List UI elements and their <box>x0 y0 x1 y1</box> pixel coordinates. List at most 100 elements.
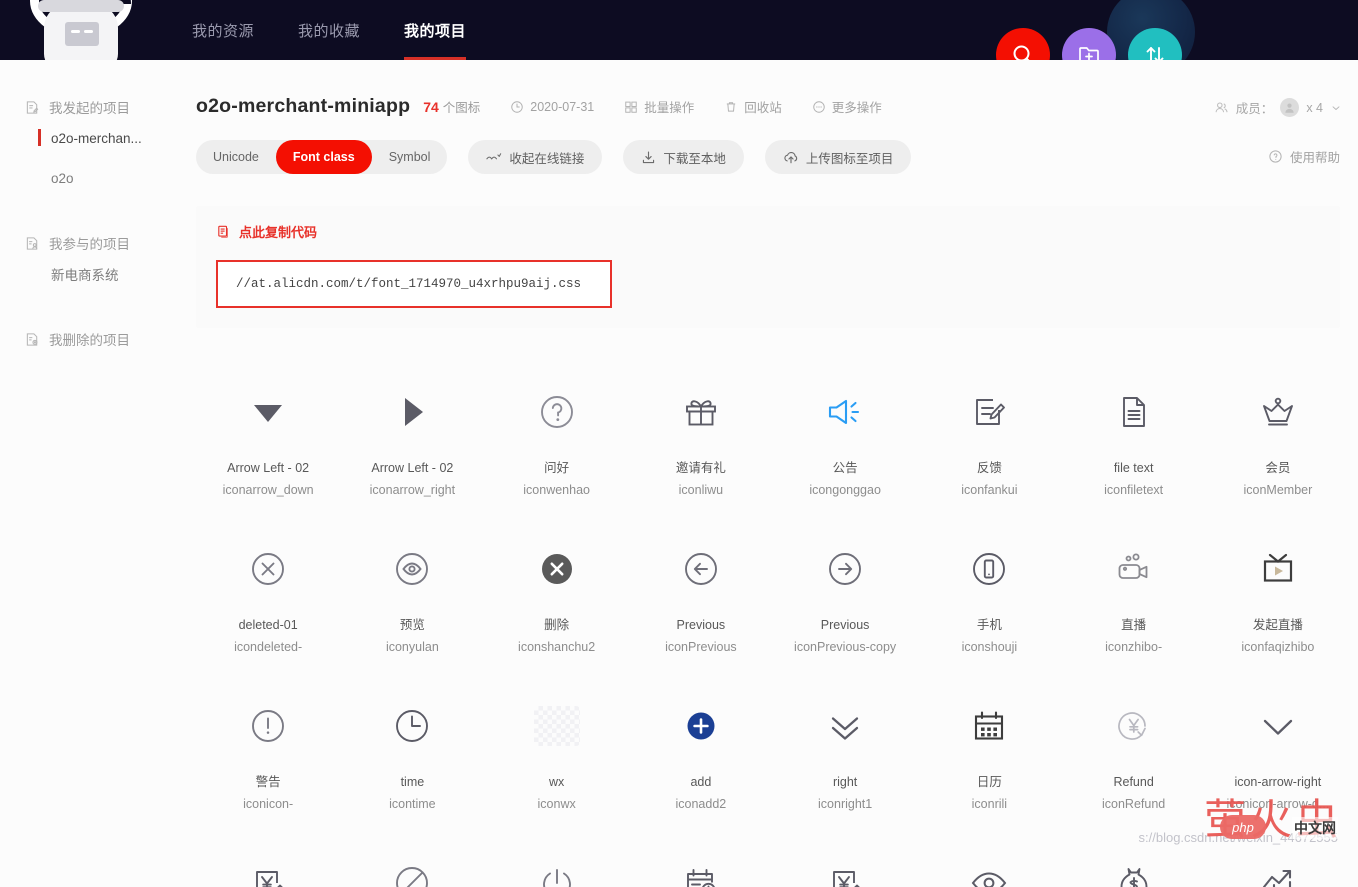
tab-font-class[interactable]: Font class <box>275 140 372 174</box>
icon-cell[interactable] <box>917 833 1061 887</box>
nav-item-my-favorites[interactable]: 我的收藏 <box>298 0 360 60</box>
icon-name: 警告 <box>255 775 281 789</box>
batch-action-button[interactable]: 批量操作 <box>624 97 694 116</box>
sort-updown-icon <box>1146 47 1164 60</box>
icon-cell[interactable]: Arrow Left - 02 iconarrow_down <box>196 362 340 519</box>
more-actions-button[interactable]: 更多操作 <box>812 97 882 116</box>
icon-cell[interactable]: Previous iconPrevious <box>629 519 773 676</box>
icon-cell[interactable] <box>1206 833 1350 887</box>
icon-name: 邀请有礼 <box>675 461 726 475</box>
megaphone-icon <box>825 384 865 440</box>
sidebar-group-deleted: 我删除的项目 <box>0 328 192 350</box>
icon-name: Previous <box>820 618 870 632</box>
icon-cell[interactable]: right iconright1 <box>773 676 917 833</box>
trash-icon <box>727 101 736 112</box>
icon-cell[interactable]: 会员 iconMember <box>1206 362 1350 519</box>
copy-code-button[interactable]: 点此复制代码 <box>196 222 317 241</box>
download-local-label: 下载至本地 <box>663 151 726 166</box>
icon-class: iconfaqizhibo <box>1241 639 1315 654</box>
nav-item-my-projects[interactable]: 我的项目 <box>404 0 467 60</box>
icon-cell[interactable]: add iconadd2 <box>629 676 773 833</box>
icon-cell[interactable]: file text iconfiletext <box>1062 362 1206 519</box>
top-header: 我的资源 我的收藏 我的项目 <box>0 0 1358 60</box>
nav-item-my-resources[interactable]: 我的资源 <box>192 0 254 60</box>
sidebar-item-my-deleted-projects[interactable]: 我删除的项目 <box>0 328 192 350</box>
icon-cell[interactable] <box>485 833 629 887</box>
icon-name: time <box>400 775 425 789</box>
icon-cell[interactable]: deleted-01 icondeleted- <box>196 519 340 676</box>
icon-cell[interactable]: icon-arrow-right iconicon-arrow-d... <box>1206 676 1350 833</box>
sidebar-item-o2o[interactable]: o2o <box>0 158 192 198</box>
icon-name: Refund <box>1113 775 1154 789</box>
icon-class: iconRefund <box>1102 796 1166 811</box>
sort-button[interactable] <box>1128 28 1182 60</box>
icon-class: iconwx <box>537 796 576 811</box>
icon-cell[interactable]: 公告 icongonggao <box>773 362 917 519</box>
icon-cell[interactable]: Arrow Left - 02 iconarrow_right <box>340 362 484 519</box>
sidebar-item-my-created-projects[interactable]: 我发起的项目 <box>0 96 192 118</box>
icon-cell[interactable] <box>1062 833 1206 887</box>
icon-cell[interactable]: 直播 iconzhibo- <box>1062 519 1206 676</box>
site-logo-mascot[interactable] <box>22 0 140 60</box>
sidebar-group-joined: 我参与的项目 新电商系统 <box>0 232 192 294</box>
page-title: o2o-merchant-miniapp <box>196 95 411 117</box>
icon-cell[interactable]: wx iconwx <box>485 676 629 833</box>
help-link[interactable]: 使用帮助 <box>1268 147 1340 166</box>
new-project-button[interactable] <box>1062 28 1116 60</box>
members-count: x 4 <box>1306 100 1323 115</box>
mascot-band <box>38 0 124 12</box>
icon-cell[interactable]: 邀请有礼 iconliwu <box>629 362 773 519</box>
more-actions-label: 更多操作 <box>831 101 882 115</box>
icon-cell[interactable]: 警告 iconicon- <box>196 676 340 833</box>
icon-name: icon-arrow-right <box>1234 775 1322 789</box>
icon-cell[interactable]: 日历 iconrili <box>917 676 1061 833</box>
icon-cell[interactable]: 删除 iconshanchu2 <box>485 519 629 676</box>
upload-icons-button[interactable]: 上传图标至项目 <box>764 140 912 174</box>
sidebar-item-my-joined-projects[interactable]: 我参与的项目 <box>0 232 192 254</box>
tv-play-icon <box>1258 541 1298 597</box>
project-created-icon <box>26 100 39 114</box>
icon-class: iconfiletext <box>1104 482 1164 497</box>
icon-class: iconfankui <box>961 482 1018 497</box>
icon-cell[interactable] <box>629 833 773 887</box>
mascot-screen <box>65 22 99 46</box>
icon-cell[interactable]: Refund iconRefund <box>1062 676 1206 833</box>
icon-cell[interactable]: 手机 iconshouji <box>917 519 1061 676</box>
arrow-left-circle-icon <box>681 541 721 597</box>
icon-cell[interactable]: 发起直播 iconfaqizhibo <box>1206 519 1350 676</box>
icon-cell[interactable]: Previous iconPrevious-copy <box>773 519 917 676</box>
search-button[interactable] <box>996 28 1050 60</box>
recycle-bin-label: 回收站 <box>744 101 782 115</box>
more-icon <box>813 100 825 113</box>
upload-cloud-icon <box>784 151 798 163</box>
link-collapse-icon <box>486 152 502 159</box>
question-circle-icon <box>537 384 577 440</box>
tab-unicode[interactable]: Unicode <box>196 140 276 174</box>
icon-count: 74 <box>423 98 439 115</box>
close-circle-outline-icon <box>248 541 288 597</box>
collapse-online-link-button[interactable]: 收起在线链接 <box>468 140 603 174</box>
copy-code-label: 点此复制代码 <box>239 225 318 240</box>
icon-cell[interactable] <box>196 833 340 887</box>
sidebar-item-o2o-merchant[interactable]: o2o-merchan... <box>0 118 192 158</box>
icon-cell[interactable] <box>773 833 917 887</box>
format-segmented-control: Unicode Font class Symbol <box>196 140 448 174</box>
sidebar-label: 我删除的项目 <box>49 333 130 348</box>
crown-icon <box>1258 384 1298 440</box>
download-local-button[interactable]: 下载至本地 <box>623 140 744 174</box>
tab-symbol[interactable]: Symbol <box>372 140 448 174</box>
icon-name: 发起直播 <box>1252 618 1303 632</box>
close-circle-filled-icon <box>537 541 577 597</box>
icon-cell[interactable]: time icontime <box>340 676 484 833</box>
collapse-online-link-label: 收起在线链接 <box>509 151 585 166</box>
css-url-field[interactable]: //at.alicdn.com/t/font_1714970_u4xrhpu9a… <box>216 260 612 308</box>
sidebar-item-new-ecommerce[interactable]: 新电商系统 <box>0 254 192 294</box>
icon-cell[interactable]: 反馈 iconfankui <box>917 362 1061 519</box>
icon-cell[interactable] <box>340 833 484 887</box>
recycle-bin-button[interactable]: 回收站 <box>724 97 782 116</box>
icon-cell[interactable]: 问好 iconwenhao <box>485 362 629 519</box>
members-selector[interactable]: 成员： x 4 <box>1214 98 1342 117</box>
avatar <box>1280 98 1300 117</box>
icon-cell[interactable]: 预览 iconyulan <box>340 519 484 676</box>
icon-class: iconzhibo- <box>1105 639 1163 654</box>
